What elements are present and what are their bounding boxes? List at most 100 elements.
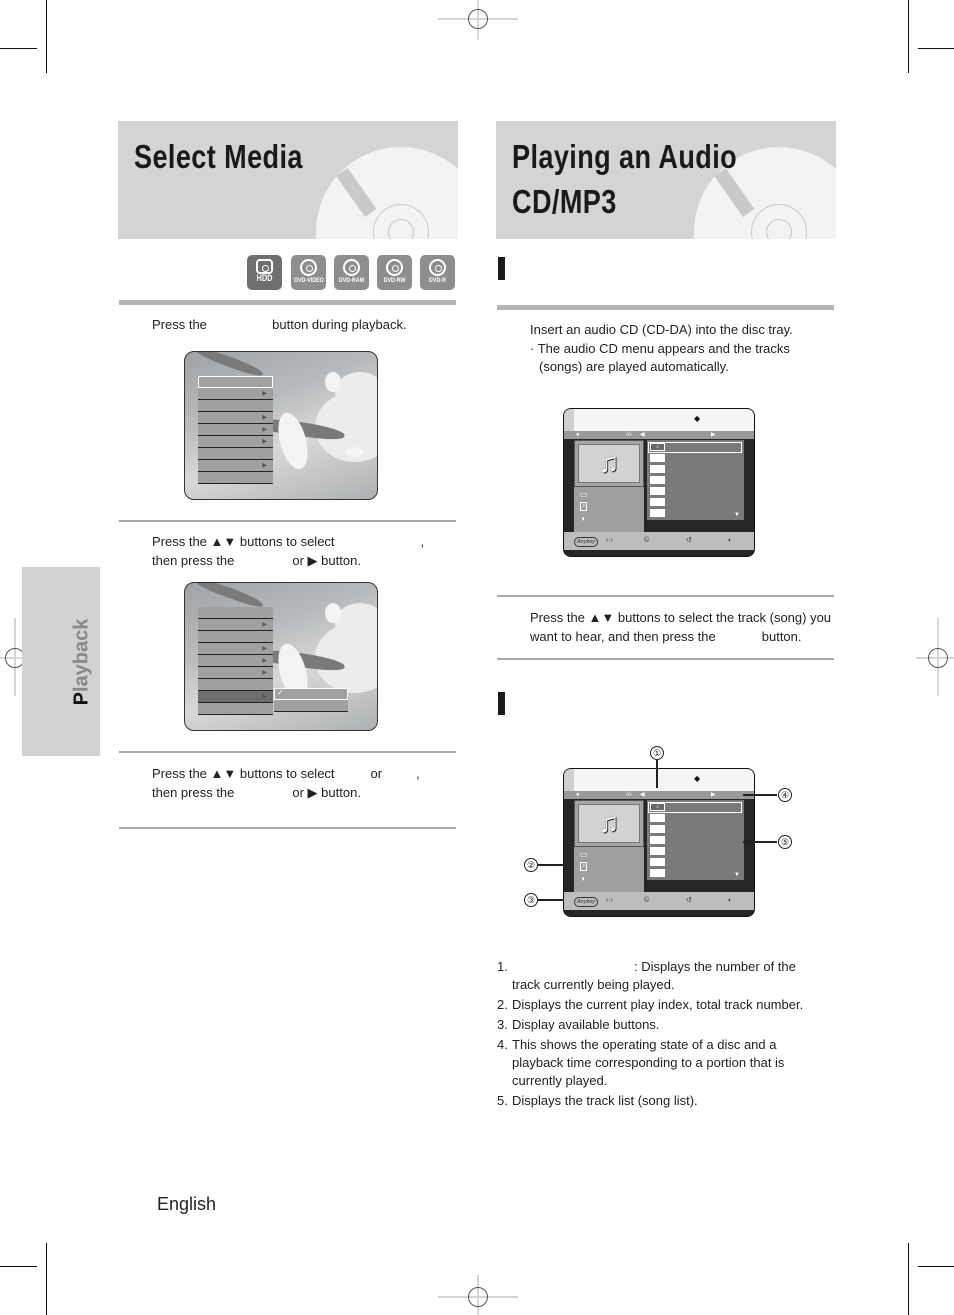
track-item[interactable] [650,847,665,855]
track-item[interactable] [650,825,665,833]
track-item[interactable] [650,858,665,866]
footer-language: English [157,1194,217,1214]
track-item[interactable] [650,465,665,473]
track-item[interactable] [650,836,665,844]
menu-item[interactable]: ▶ [198,667,273,679]
ok-icon[interactable]: © [644,892,649,910]
menu-item[interactable] [198,448,273,460]
submenu-item[interactable] [274,700,348,712]
return-icon[interactable]: ↺ [686,532,692,550]
menu-item[interactable] [198,400,273,412]
menu-item[interactable]: ▶ [198,412,273,424]
time-icon: ◑ [580,514,585,523]
exit-icon[interactable]: ◐ [728,892,732,910]
track-item[interactable]: ♪ [650,443,665,451]
play-index-panel: ▭ ♪ ◑ [574,487,644,532]
callout-line [656,760,658,788]
folder-icon: ▭ [580,490,588,499]
checkmark-icon: ✓ [277,688,284,697]
trim-mark [0,1266,37,1267]
disc-state-icon: ● [576,792,580,798]
menu-item[interactable]: ▶ [198,436,273,448]
section-divider [119,300,456,305]
menu-item[interactable]: ▶ [198,643,273,655]
description-item-3: 3. Display available buttons. [497,1017,660,1032]
track-item[interactable] [650,814,665,822]
hdd-icon: HDD [247,255,282,290]
setup-menu: ▶ ▶ ▶ ▶ ▶ [198,607,273,715]
volume-icon: ◀ [640,432,645,438]
anykey-button[interactable]: Anykey [574,537,599,547]
submenu: ✓ [274,688,348,712]
trim-mark [918,1266,954,1267]
play-icon: ▶ [711,432,716,438]
track-item[interactable] [650,869,665,877]
description-item-4: 4. This shows the operating state of a d… [497,1037,785,1088]
menu-item[interactable] [198,679,273,691]
trim-mark [908,1243,909,1315]
registration-mark [468,9,488,29]
callout-line [743,794,777,796]
callout-2: ② [524,858,538,872]
dvd-r-icon: DVD-R [420,255,455,290]
navigate-icon[interactable]: ‹·› [606,532,613,550]
track-item[interactable] [650,498,665,506]
navigate-icon[interactable]: ‹·› [606,892,613,910]
callout-line [743,841,777,843]
menu-item[interactable]: ▶ [198,619,273,631]
audio-cd-osd-annotated: ◆ ● ‹/› ◀ ▶ ♫ ▭ ♪ ◑ ♪ ▼ Anykey ‹·› © ↺ ◐ [563,768,755,917]
osd-status-bar: ● ‹/› ◀ ▶ [564,791,754,799]
page-title-line-1: Playing an Audio [512,138,738,175]
page-title-line-2: CD/MP3 [512,183,617,220]
menu-item[interactable]: ▶ [198,655,273,667]
trim-mark [0,48,37,49]
menu-item[interactable] [198,703,273,715]
step-2-text: Press the ▲▼ buttons to select, then pre… [152,534,425,568]
track-item[interactable]: ♪ [650,803,665,811]
ok-icon[interactable]: © [644,532,649,550]
callout-line [538,899,564,901]
scroll-down-icon[interactable]: ▼ [734,512,740,518]
menu-item[interactable] [198,607,273,619]
step-1-text: Press the button during playback. [152,317,407,332]
dvd-ram-icon: DVD-RAM [334,255,369,290]
chevron-right-icon: ▶ [262,391,267,397]
chevron-right-icon: ▶ [262,463,267,469]
music-note-icon: ♫ [578,444,640,483]
registration-mark [468,1287,488,1307]
track-item[interactable] [650,487,665,495]
disc-icon: ◆ [694,414,701,423]
chevron-right-icon: ▶ [262,670,267,676]
audio-cd-osd: ◆ ● ‹/› ◀ ▶ ♫ ▭ ♪ ◑ ♪ ▼ Anykey ‹·› © ↺ ◐ [563,408,755,557]
trim-mark [46,1243,47,1315]
menu-item[interactable]: ▶ [198,388,273,400]
menu-item[interactable] [198,376,273,388]
menu-item[interactable]: ▶ [198,424,273,436]
menu-item[interactable]: ▶ [198,460,273,472]
osd-title-bar: ◆ [564,769,754,791]
osd-description-list: 1. : Displays the number of the track cu… [497,958,827,1112]
return-icon[interactable]: ↺ [686,892,692,910]
track-item[interactable] [650,509,665,517]
step-divider [119,751,456,753]
section-end-divider [119,827,456,829]
album-art: ♫ [574,800,644,847]
dvd-rw-icon: DVD-RW [377,255,412,290]
track-item[interactable] [650,476,665,484]
album-art: ♫ [574,440,644,487]
osd-title-bar: ◆ [564,409,754,431]
description-item-5: 5. Displays the track list (song list). [497,1093,698,1108]
menu-item[interactable]: ▶ [198,691,273,703]
exit-icon[interactable]: ◐ [728,532,732,550]
description-item-2: 2. Displays the current play index, tota… [497,997,804,1012]
scroll-down-icon[interactable]: ▼ [734,872,740,878]
menu-item[interactable] [198,472,273,484]
anykey-button[interactable]: Anykey [574,897,599,907]
submenu-item-selected[interactable]: ✓ [274,688,348,700]
track-item[interactable] [650,454,665,462]
osd-button-bar: Anykey ‹·› © ↺ ◐ [564,532,754,550]
chevron-right-icon: ▶ [262,694,267,700]
menu-item[interactable] [198,631,273,643]
track-icon: ♪ [580,862,587,871]
section-divider [497,305,834,310]
